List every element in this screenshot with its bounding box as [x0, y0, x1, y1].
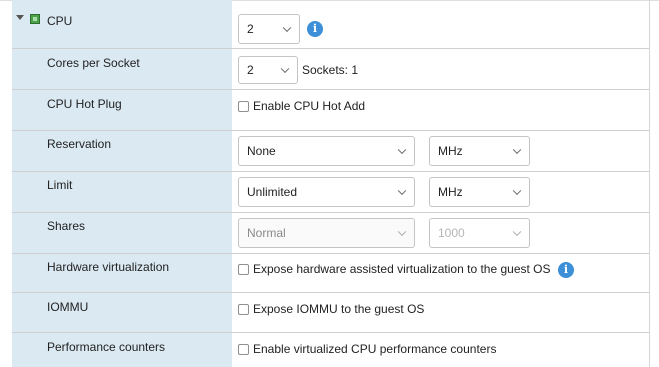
cpu-hot-plug-label: CPU Hot Plug	[47, 97, 122, 111]
shares-value: Normal	[247, 226, 286, 240]
expose-hw-virtualization-label[interactable]: Expose hardware assisted virtualization …	[253, 262, 551, 276]
limit-unit-value: MHz	[438, 185, 463, 199]
chevron-down-icon	[397, 145, 407, 155]
limit-label: Limit	[47, 178, 73, 192]
right-border	[649, 0, 650, 367]
shares-label: Shares	[47, 219, 86, 233]
enable-perf-counters-checkbox[interactable]	[238, 344, 249, 355]
sockets-count-text: Sockets: 1	[302, 63, 359, 77]
cpu-chip-icon	[30, 14, 40, 24]
row-divider	[12, 212, 649, 213]
limit-unit-select[interactable]: MHz	[429, 177, 530, 207]
enable-cpu-hot-add-checkbox[interactable]	[238, 101, 249, 112]
chevron-down-icon	[282, 23, 292, 33]
cores-per-socket-value: 2	[247, 63, 254, 77]
hardware-virtualization-label: Hardware virtualization	[47, 260, 170, 274]
cpu-count-value: 2	[247, 22, 254, 36]
shares-select[interactable]: Normal	[238, 218, 415, 248]
cores-per-socket-label: Cores per Socket	[47, 56, 140, 70]
info-icon[interactable]: i	[307, 21, 323, 37]
chevron-down-icon	[512, 145, 522, 155]
row-divider	[12, 171, 649, 172]
expose-iommu-checkbox[interactable]	[238, 304, 249, 315]
reservation-value: None	[247, 144, 276, 158]
reservation-unit-value: MHz	[438, 144, 463, 158]
cpu-count-select[interactable]: 2	[238, 14, 300, 44]
reservation-unit-select[interactable]: MHz	[429, 136, 530, 166]
row-divider	[12, 89, 649, 90]
performance-counters-label: Performance counters	[47, 340, 166, 354]
enable-cpu-hot-add-label[interactable]: Enable CPU Hot Add	[253, 99, 365, 113]
expose-iommu-label[interactable]: Expose IOMMU to the guest OS	[253, 302, 424, 316]
reservation-label: Reservation	[47, 137, 112, 151]
chevron-down-icon	[397, 227, 407, 237]
chevron-down-icon	[280, 64, 290, 74]
chevron-down-icon	[397, 186, 407, 196]
limit-select[interactable]: Unlimited	[238, 177, 415, 207]
expose-hw-virtualization-checkbox[interactable]	[238, 264, 249, 275]
shares-number-input[interactable]: 1000	[429, 218, 530, 248]
reservation-select[interactable]: None	[238, 136, 415, 166]
cpu-label: CPU	[47, 14, 73, 28]
row-divider	[12, 332, 649, 333]
row-divider	[12, 130, 649, 131]
enable-perf-counters-label[interactable]: Enable virtualized CPU performance count…	[253, 342, 496, 356]
chevron-down-icon	[512, 227, 522, 237]
row-divider	[12, 292, 649, 293]
info-icon[interactable]: i	[558, 262, 574, 278]
shares-number-value: 1000	[438, 226, 465, 240]
expand-collapse-toggle[interactable]	[16, 15, 24, 20]
chevron-down-icon	[512, 186, 522, 196]
iommu-label: IOMMU	[47, 300, 89, 314]
row-divider	[12, 253, 649, 254]
limit-value: Unlimited	[247, 185, 298, 199]
row-divider	[12, 48, 649, 49]
cores-per-socket-select[interactable]: 2	[238, 56, 298, 84]
